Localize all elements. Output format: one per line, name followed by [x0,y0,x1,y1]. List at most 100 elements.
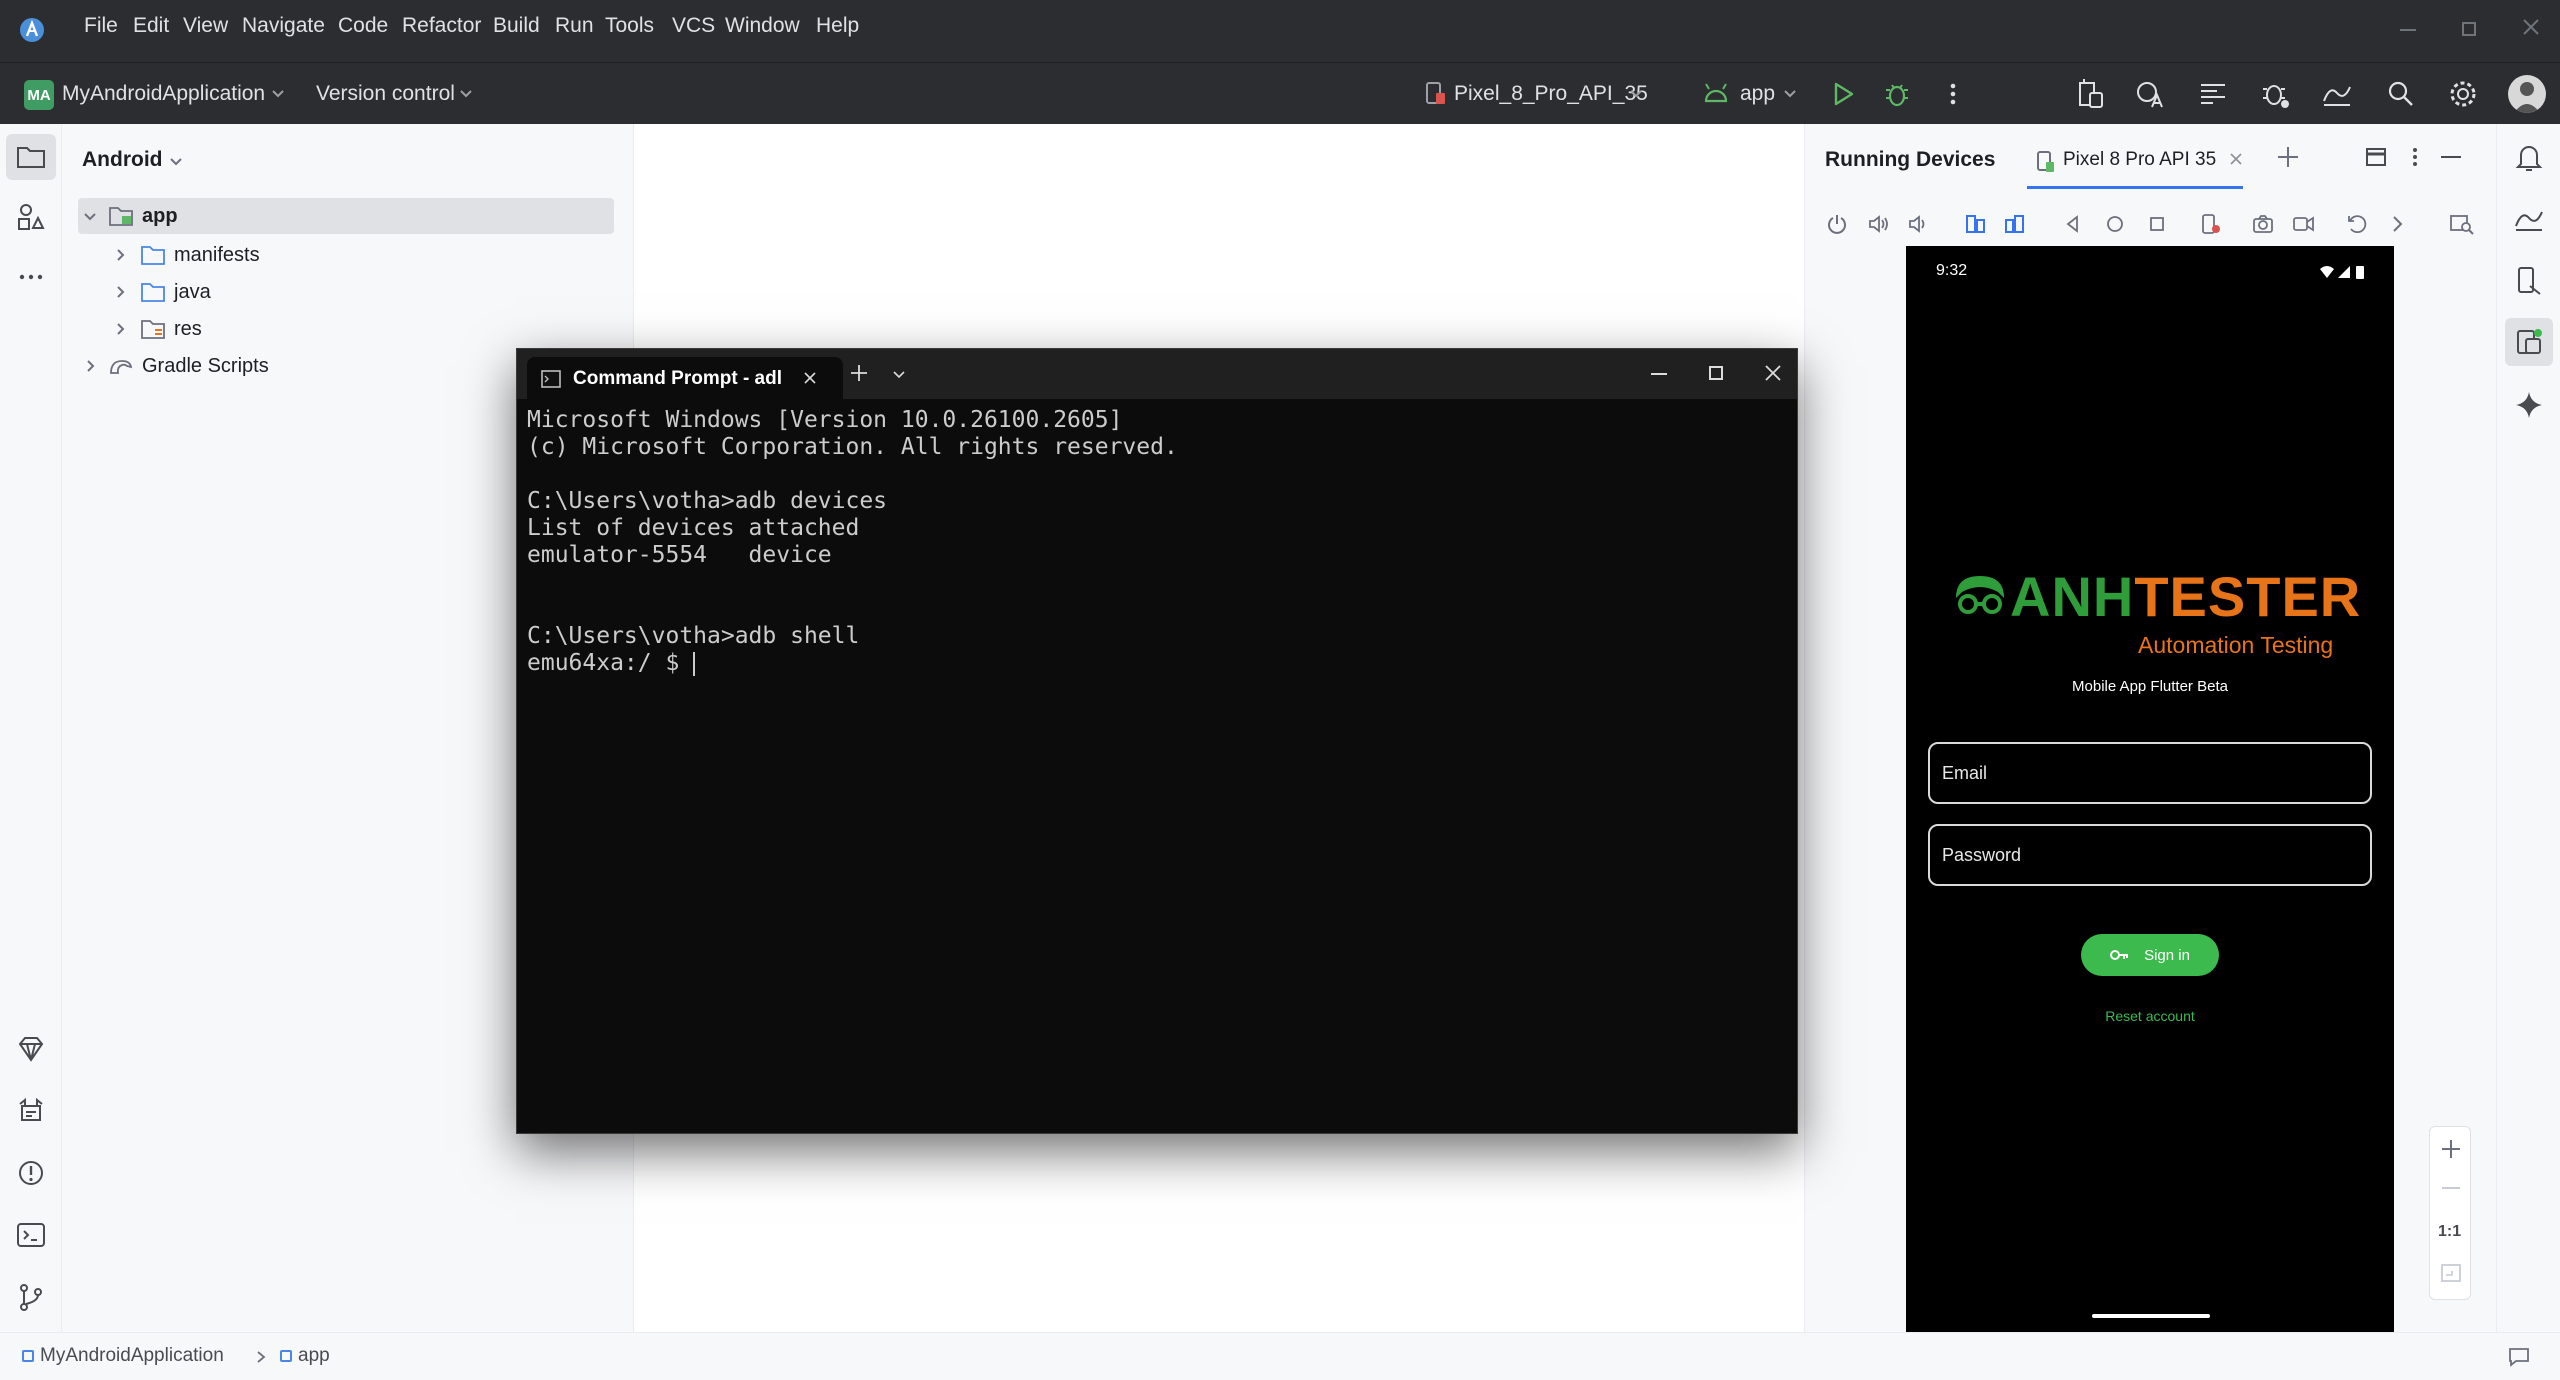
zoom-fit-icon[interactable] [2440,1263,2462,1283]
menu-file[interactable]: File [84,14,118,38]
tree-item-manifests[interactable]: manifests [112,238,260,272]
hide-panel-icon[interactable] [2441,156,2461,158]
debug-icon[interactable] [1880,77,1914,111]
menu-view[interactable]: View [183,14,228,38]
add-device-tab-icon[interactable] [2275,144,2301,170]
app-quality-insights-icon[interactable] [2512,202,2546,236]
device-frame-icon[interactable] [2199,212,2223,236]
menu-edit[interactable]: Edit [133,14,169,38]
menu-help[interactable]: Help [816,14,859,38]
user-avatar[interactable] [2508,75,2546,113]
project-selector[interactable]: MyAndroidApplication [62,82,265,106]
cmd-minimize-button[interactable] [1651,373,1667,375]
device-tab[interactable]: Pixel 8 Pro API 35 [2027,136,2243,190]
rotate-left-icon[interactable] [1963,212,1987,236]
menu-vcs[interactable]: VCS [672,14,715,38]
device-manager-icon[interactable] [2074,77,2108,111]
menu-navigate[interactable]: Navigate [242,14,325,38]
cmd-close-button[interactable] [1763,363,1783,383]
folder-icon [140,244,166,266]
notifications-bell-icon[interactable] [2512,140,2546,174]
menu-build[interactable]: Build [493,14,540,38]
gesture-nav-bar[interactable] [2092,1314,2210,1318]
menu-refactor[interactable]: Refactor [402,14,481,38]
volume-down-icon[interactable] [1907,212,1931,236]
password-field[interactable]: Password [1928,824,2372,886]
close-window-button[interactable] [2520,16,2542,38]
breadcrumb-app[interactable]: app [298,1345,330,1367]
home-icon[interactable] [2103,212,2127,236]
emulator-screen[interactable]: 9:32 ANHTESTER Automation Testing Mobile… [1906,246,2394,1332]
version-control-selector[interactable]: Version control [316,82,455,106]
gemini-sparkle-icon[interactable] [2512,388,2546,422]
problems-icon[interactable] [14,1156,48,1190]
layout-inspector-icon[interactable] [2196,77,2230,111]
feedback-icon[interactable] [2508,1347,2530,1367]
logo-tagline: Automation Testing [2138,632,2334,658]
cmd-maximize-button[interactable] [1709,366,1723,380]
power-icon[interactable] [1825,212,1849,236]
resource-manager-icon[interactable] [14,200,48,234]
snapshot-icon[interactable] [2345,212,2369,236]
menu-tools[interactable]: Tools [605,14,654,38]
reset-account-link[interactable]: Reset account [1906,1008,2394,1024]
zoom-out-icon[interactable] [2442,1187,2460,1189]
tree-item-gradle-scripts[interactable]: Gradle Scripts [82,349,269,383]
more-vertical-icon[interactable] [2405,146,2425,168]
running-devices-icon[interactable] [2512,325,2546,359]
run-config-selector[interactable]: app [1740,82,1775,106]
tree-item-app[interactable]: app [82,199,178,233]
terminal-line: List of devices attached [527,515,860,541]
profiler-icon[interactable] [2320,77,2354,111]
close-tab-icon[interactable] [803,371,817,385]
terminal-icon[interactable] [14,1218,48,1252]
resources-folder-icon [140,318,166,340]
logcat-icon[interactable] [14,1094,48,1128]
more-vertical-icon[interactable] [1936,77,1970,111]
volume-up-icon[interactable] [1867,212,1891,236]
command-prompt-window[interactable]: Command Prompt - adl Microsoft Windows [… [516,348,1798,1134]
breadcrumb-project[interactable]: MyAndroidApplication [40,1345,224,1367]
chevron-down-icon [270,85,286,101]
chevron-right-icon[interactable] [2385,212,2409,236]
project-view-selector[interactable]: Android [82,148,162,172]
more-horizontal-icon[interactable] [14,260,48,294]
menu-run[interactable]: Run [555,14,594,38]
chevron-down-icon[interactable] [891,366,907,382]
screen-record-icon[interactable] [2291,212,2315,236]
bug-report-icon[interactable] [2258,77,2292,111]
device-selector[interactable]: Pixel_8_Pro_API_35 [1454,82,1648,106]
new-tab-icon[interactable] [847,361,871,385]
terminal-line: Microsoft Windows [Version 10.0.26100.26… [527,407,1123,433]
device-manager-icon[interactable] [2512,264,2546,298]
translate-icon[interactable] [2134,77,2168,111]
zoom-actual-size[interactable]: 1:1 [2438,1223,2461,1241]
tree-item-res[interactable]: res [112,312,202,346]
gem-icon[interactable] [14,1032,48,1066]
device-explorer-icon[interactable] [2449,212,2475,236]
tree-item-java[interactable]: java [112,275,211,309]
tree-label-java: java [174,280,211,303]
menu-code[interactable]: Code [338,14,388,38]
menu-window[interactable]: Window [725,14,800,38]
email-field[interactable]: Email [1928,742,2372,804]
rotate-right-icon[interactable] [2003,212,2027,236]
chevron-right-icon [254,1349,268,1365]
terminal-output[interactable]: Microsoft Windows [Version 10.0.26100.26… [517,399,1797,1133]
close-tab-icon[interactable] [2229,152,2243,166]
screenshot-icon[interactable] [2251,212,2275,236]
maximize-button[interactable] [2462,22,2476,36]
git-branch-icon[interactable] [14,1280,48,1314]
back-icon[interactable] [2061,212,2085,236]
search-icon[interactable] [2384,77,2418,111]
cmd-tab[interactable]: Command Prompt - adl [527,357,843,399]
folder-icon[interactable] [14,140,48,174]
window-layout-icon[interactable] [2365,146,2387,168]
settings-gear-icon[interactable] [2446,77,2480,111]
zoom-in-icon[interactable] [2439,1137,2463,1161]
overview-icon[interactable] [2145,212,2169,236]
minimize-button[interactable] [2400,29,2416,31]
run-icon[interactable] [1826,77,1860,111]
sign-in-button[interactable]: Sign in [2081,934,2219,976]
device-icon [1424,81,1448,107]
